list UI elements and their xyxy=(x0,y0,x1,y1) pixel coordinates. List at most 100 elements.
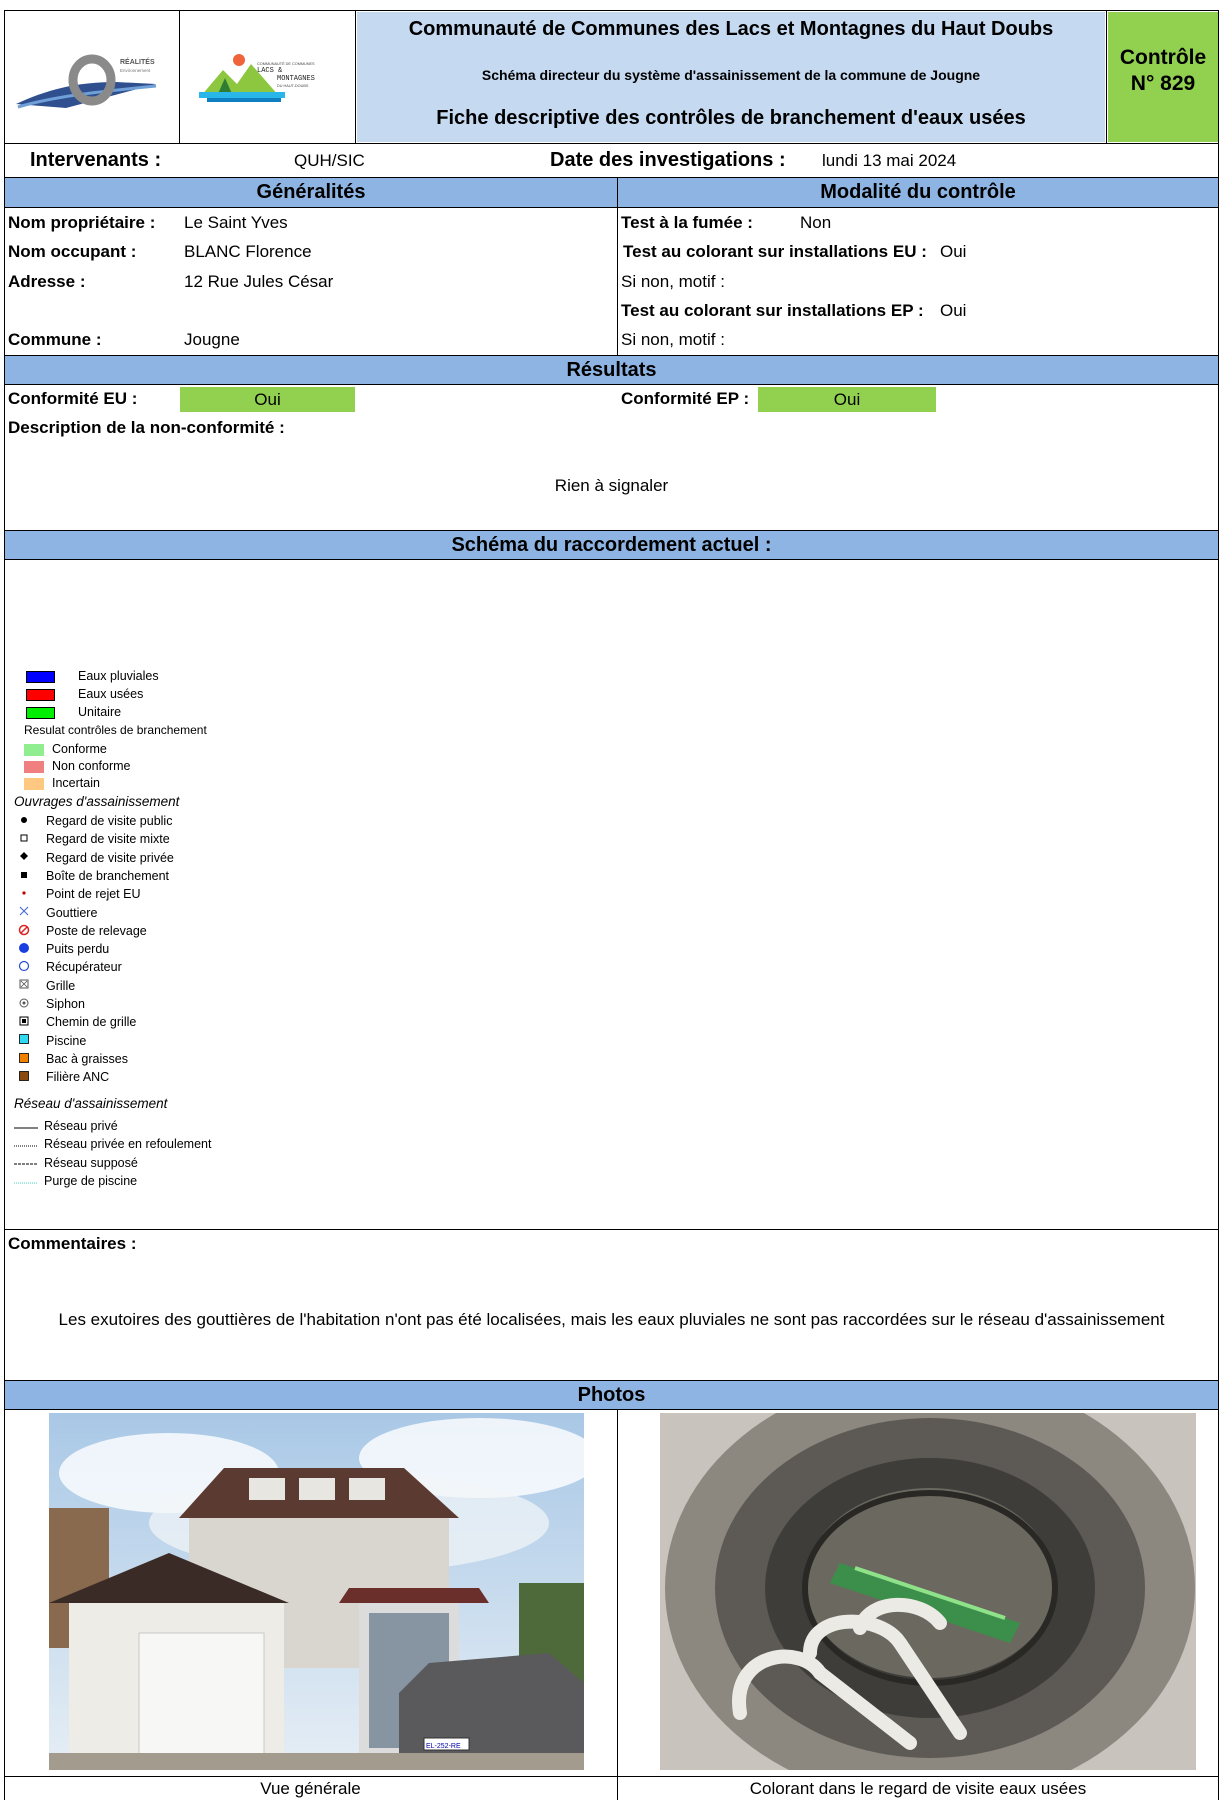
resultats-header: Résultats xyxy=(4,356,1219,385)
svg-text:COMMUNAUTÉ DE COMMUNES: COMMUNAUTÉ DE COMMUNES xyxy=(257,61,315,66)
legend-item: Incertain xyxy=(24,774,100,792)
recuperateur-icon xyxy=(18,959,32,977)
legend-item: Eaux pluviales xyxy=(26,667,159,685)
commentaires-area xyxy=(4,1230,1219,1381)
svg-text:Environnement: Environnement xyxy=(120,68,151,73)
legend-results-title: Resulat contrôles de branchement xyxy=(24,723,207,737)
realites-logo-icon: RÉALITÉS Environnement xyxy=(16,54,157,109)
color-swatch-icon xyxy=(24,777,44,790)
commune-label: Commune : xyxy=(8,330,102,349)
logo-realites: RÉALITÉS Environnement xyxy=(6,12,178,142)
header-title-block: Communauté de Communes des Lacs et Monta… xyxy=(357,12,1105,142)
siphon-icon xyxy=(18,996,32,1014)
occupant-label: Nom occupant : xyxy=(8,242,137,261)
legend-item: Siphon xyxy=(18,995,85,1014)
photo-caption-2: Colorant dans le regard de visite eaux u… xyxy=(617,1776,1219,1800)
legend-item: Filière ANC xyxy=(18,1068,109,1087)
legend-reseau-title: Réseau d'assainissement xyxy=(14,1096,168,1111)
header-subtitle: Schéma directeur du système d'assainisse… xyxy=(481,67,981,83)
legend-item: Poste de relevage xyxy=(18,922,147,941)
adresse-value: 12 Rue Jules César xyxy=(184,272,334,291)
date-value: lundi 13 mai 2024 xyxy=(822,151,957,170)
document-title: Fiche descriptive des contrôles de branc… xyxy=(436,107,1026,129)
motif-eu: Si non, motif : xyxy=(621,272,725,291)
gouttiere-icon xyxy=(18,904,32,922)
commentaires-label: Commentaires : xyxy=(8,1234,137,1253)
control-number: N° 829 xyxy=(1130,72,1196,95)
color-swatch-icon xyxy=(24,743,44,756)
legend-item: Bac à graisses xyxy=(18,1050,128,1069)
generalites-header: Généralités xyxy=(4,178,617,208)
commentaires-text: Les exutoires des gouttières de l'habita… xyxy=(58,1310,1165,1329)
color-swatch-icon xyxy=(26,706,55,719)
legend-item: Point de rejet EU xyxy=(18,885,141,904)
regard-public-icon xyxy=(18,813,32,831)
reseau-suppose-line-icon xyxy=(14,1154,38,1172)
occupant-value: BLANC Florence xyxy=(184,242,312,261)
intervenants-value: QUH/SIC xyxy=(294,151,365,170)
legend-item: Eaux usées xyxy=(26,685,143,703)
legend-item: Conforme xyxy=(24,740,107,758)
house-photo-image: EL-252-RE xyxy=(49,1413,584,1770)
conformite-ep-value: Oui xyxy=(758,387,936,412)
date-label: Date des investigations : xyxy=(550,149,786,171)
svg-text:LACS &: LACS & xyxy=(257,67,283,75)
test-eu-label: Test au colorant sur installations EU : xyxy=(623,242,927,261)
legend-item: Réseau privé xyxy=(14,1117,118,1136)
intervenants-label: Intervenants : xyxy=(30,149,162,171)
control-number-box: Contrôle N° 829 xyxy=(1108,12,1218,142)
control-label: Contrôle xyxy=(1119,46,1207,69)
fumee-value: Non xyxy=(800,213,832,232)
fumee-label: Test à la fumée : xyxy=(621,213,753,232)
point-rejet-icon xyxy=(18,886,32,904)
puits-perdu-icon xyxy=(18,941,32,959)
legend-item: Regard de visite privée xyxy=(18,849,174,868)
svg-text:RÉALITÉS: RÉALITÉS xyxy=(120,57,155,66)
legend-item: Piscine xyxy=(18,1032,86,1051)
legend-item: Puits perdu xyxy=(18,940,109,959)
svg-text:DU HAUT-DOUBS: DU HAUT-DOUBS xyxy=(277,84,309,88)
grille-icon xyxy=(18,977,32,995)
photos-header: Photos xyxy=(4,1381,1219,1410)
test-ep-label: Test au colorant sur installations EP : xyxy=(621,301,924,320)
legend-item: Purge de piscine xyxy=(14,1172,137,1191)
photo-colorant xyxy=(660,1413,1196,1770)
proprietaire-value: Le Saint Yves xyxy=(184,213,288,232)
cc-logo-icon: COMMUNAUTÉ DE COMMUNES LACS & MONTAGNES … xyxy=(199,54,315,102)
legend-item: Réseau supposé xyxy=(14,1154,138,1173)
filiere-anc-icon xyxy=(18,1069,32,1087)
legend-item: Réseau privée en refoulement xyxy=(14,1135,211,1154)
modalite-header: Modalité du contrôle xyxy=(617,178,1219,208)
schema-area xyxy=(4,560,1219,1230)
conformite-ep-label: Conformité EP : xyxy=(621,389,750,408)
purge-piscine-line-icon xyxy=(14,1173,38,1191)
piscine-icon xyxy=(18,1032,32,1050)
legend-item: Grille xyxy=(18,977,75,996)
proprietaire-label: Nom propriétaire : xyxy=(8,213,156,232)
color-swatch-icon xyxy=(26,688,55,701)
legend-item: Gouttiere xyxy=(18,904,97,923)
photo-vue-generale: EL-252-RE xyxy=(49,1413,584,1770)
non-conformite-text: Rien à signaler xyxy=(554,476,669,495)
legend-ouvrages-title: Ouvrages d'assainissement xyxy=(14,794,180,809)
svg-text:MONTAGNES: MONTAGNES xyxy=(277,75,315,83)
conformite-eu-value: Oui xyxy=(180,387,355,412)
bac-graisses-icon xyxy=(18,1051,32,1069)
legend-item: Regard de visite public xyxy=(18,812,172,831)
legend-item: Chemin de grille xyxy=(18,1013,136,1032)
adresse-label: Adresse : xyxy=(8,272,86,291)
conformite-eu-label: Conformité EU : xyxy=(8,389,138,408)
poste-relevage-icon xyxy=(18,923,32,941)
manhole-photo-image xyxy=(660,1413,1196,1770)
color-swatch-icon xyxy=(24,760,44,773)
header-title: Communauté de Communes des Lacs et Monta… xyxy=(408,18,1054,40)
regard-mixte-icon xyxy=(18,831,32,849)
boite-branchement-icon xyxy=(18,868,32,886)
commune-value: Jougne xyxy=(184,330,240,349)
license-plate: EL-252-RE xyxy=(426,1743,461,1750)
reseau-prive-line-icon xyxy=(14,1118,38,1136)
chemin-grille-icon xyxy=(18,1014,32,1032)
legend-item: Regard de visite mixte xyxy=(18,830,170,849)
regard-privee-icon xyxy=(18,849,32,867)
color-swatch-icon xyxy=(26,670,55,683)
